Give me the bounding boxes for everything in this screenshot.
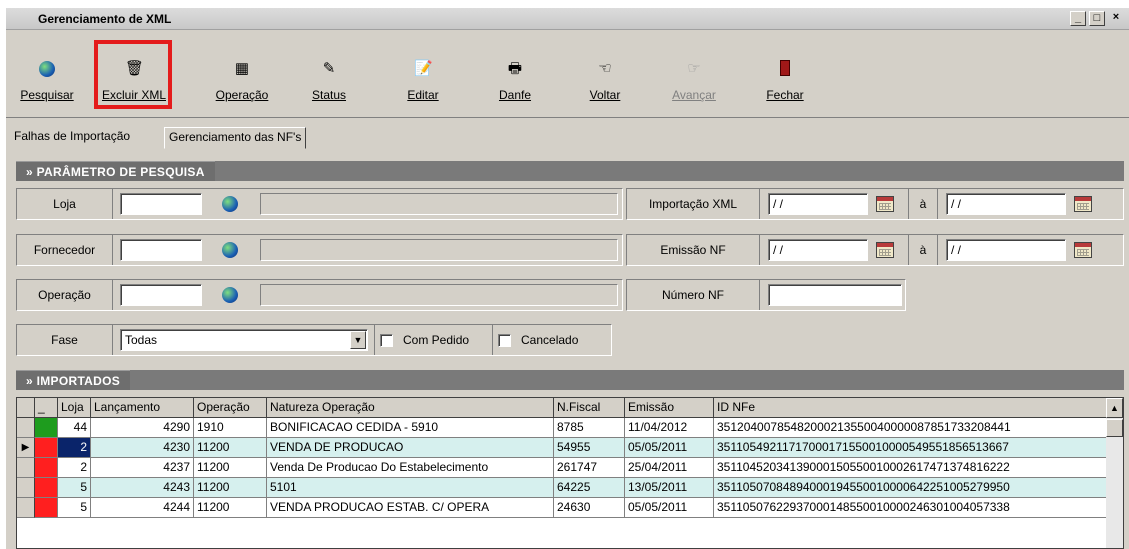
hand-left-icon: ☜ xyxy=(598,60,612,77)
issue-date-from-input[interactable]: / / xyxy=(768,239,868,261)
imported-grid[interactable]: _ Loja Lançamento Operação Natureza Oper… xyxy=(16,397,1124,549)
back-button[interactable]: ☜ Voltar xyxy=(578,32,632,110)
current-row-indicator-icon: ▶ xyxy=(17,438,35,458)
imported-header: » IMPORTADOS xyxy=(16,370,1124,390)
cancelled-label: Cancelado xyxy=(521,333,579,347)
operation-search-icon[interactable] xyxy=(222,287,238,303)
operation-filter-row: Operação xyxy=(16,279,623,311)
door-exit-icon xyxy=(776,60,794,78)
status-indicator xyxy=(35,458,58,478)
issue-date-label: Emissão NF xyxy=(627,235,760,265)
status-indicator xyxy=(35,498,58,518)
status-header: _ xyxy=(35,398,58,418)
operation-label: Operação xyxy=(215,88,269,102)
issue-date-separator: à xyxy=(908,235,938,265)
operation-filter-label: Operação xyxy=(17,280,113,310)
grid-scrollbar[interactable]: ▲ xyxy=(1106,398,1123,548)
nf-number-input[interactable] xyxy=(768,284,902,306)
row-indicator-header xyxy=(17,398,35,418)
search-button[interactable]: Pesquisar xyxy=(14,32,80,110)
maximize-button[interactable]: □ xyxy=(1089,11,1105,26)
supplier-description-field xyxy=(260,239,618,261)
import-date-label: Importação XML xyxy=(627,189,760,219)
with-order-label: Com Pedido xyxy=(403,333,470,347)
globe-search-icon xyxy=(38,60,56,78)
col-header-nfiscal[interactable]: N.Fiscal xyxy=(554,398,625,418)
close-button[interactable]: Fechar xyxy=(758,32,812,110)
col-header-natureza[interactable]: Natureza Operação xyxy=(267,398,554,418)
with-order-checkbox[interactable] xyxy=(380,334,393,347)
search-params-title: » PARÂMETRO DE PESQUISA xyxy=(16,161,215,181)
scroll-thumb[interactable] xyxy=(1106,419,1123,437)
printer-icon: 🖶 xyxy=(507,60,523,77)
close-label: Fechar xyxy=(766,88,804,102)
calendar-icon[interactable] xyxy=(876,196,894,212)
close-icon[interactable]: × xyxy=(1108,11,1124,26)
status-indicator xyxy=(35,438,58,458)
supplier-label: Fornecedor xyxy=(17,235,113,265)
cancelled-checkbox[interactable] xyxy=(498,334,511,347)
table-icon: ▦ xyxy=(234,60,250,77)
supplier-search-icon[interactable] xyxy=(222,242,238,258)
operation-input[interactable] xyxy=(120,284,202,306)
status-indicator xyxy=(35,418,58,438)
chevron-down-icon[interactable]: ▼ xyxy=(350,331,366,349)
forward-label: Avançar xyxy=(672,88,716,102)
import-date-separator: à xyxy=(908,189,938,219)
edit-label: Editar xyxy=(407,88,439,102)
nf-number-label: Número NF xyxy=(627,280,760,310)
toolbar: Pesquisar 🗑 Excluir XML ▦ Operação ✎ Sta… xyxy=(6,32,1129,118)
supplier-filter-row: Fornecedor xyxy=(16,234,623,266)
issue-date-row: Emissão NF / / à / / xyxy=(626,234,1124,266)
operation-description-field xyxy=(260,284,618,306)
tab-nf-management[interactable]: Gerenciamento das NF's xyxy=(164,127,307,149)
edit-button[interactable]: 📝 Editar xyxy=(396,32,450,110)
forward-button[interactable]: ☞ Avançar xyxy=(664,32,724,110)
hand-right-icon: ☞ xyxy=(687,60,701,77)
col-header-loja[interactable]: Loja xyxy=(58,398,91,418)
danfe-button[interactable]: 🖶 Danfe xyxy=(488,32,542,110)
import-date-row: Importação XML / / à / / xyxy=(626,188,1124,220)
edit-document-icon: 📝 xyxy=(414,60,433,77)
col-header-operacao[interactable]: Operação xyxy=(194,398,267,418)
import-date-from-input[interactable]: / / xyxy=(768,193,868,215)
loja-label: Loja xyxy=(17,189,113,219)
loja-input[interactable] xyxy=(120,193,202,215)
search-params-header: » PARÂMETRO DE PESQUISA xyxy=(16,161,1124,181)
tab-import-failures[interactable]: Falhas de Importação xyxy=(10,127,134,149)
operation-button[interactable]: ▦ Operação xyxy=(206,32,278,110)
col-header-emissao[interactable]: Emissão xyxy=(625,398,714,418)
imported-title: » IMPORTADOS xyxy=(16,370,131,390)
loja-search-icon[interactable] xyxy=(222,196,238,212)
calendar-icon[interactable] xyxy=(1074,196,1092,212)
calendar-icon[interactable] xyxy=(876,242,894,258)
phase-label: Fase xyxy=(17,325,113,355)
loja-description-field xyxy=(260,193,618,215)
nf-number-row: Número NF xyxy=(626,279,906,311)
highlight-box xyxy=(94,40,172,109)
minimize-button[interactable]: _ xyxy=(1070,11,1086,26)
issue-date-to-input[interactable]: / / xyxy=(946,239,1066,261)
calendar-icon[interactable] xyxy=(1074,242,1092,258)
col-header-idnfe[interactable]: ID NFe xyxy=(714,398,1108,418)
search-button-label: Pesquisar xyxy=(20,88,74,102)
supplier-input[interactable] xyxy=(120,239,202,261)
loja-filter-row: Loja xyxy=(16,188,623,220)
title-bar: Gerenciamento de XML _ □ × xyxy=(6,8,1129,30)
back-label: Voltar xyxy=(589,88,621,102)
status-indicator xyxy=(35,478,58,498)
import-date-to-input[interactable]: / / xyxy=(946,193,1066,215)
tab-strip: Falhas de Importação Gerenciamento das N… xyxy=(6,121,1129,149)
status-label: Status xyxy=(311,88,347,102)
phase-select-value: Todas xyxy=(125,333,158,347)
window-title: Gerenciamento de XML xyxy=(38,12,172,26)
status-button[interactable]: ✎ Status xyxy=(302,32,356,110)
document-check-icon: ✎ xyxy=(322,60,336,77)
col-header-lancamento[interactable]: Lançamento xyxy=(91,398,194,418)
xml-manager-window: Gerenciamento de XML _ □ × Pesquisar 🗑 E… xyxy=(5,8,1129,549)
phase-filter-row: Fase Todas ▼ Com Pedido Cancelado xyxy=(16,324,612,356)
phase-select[interactable]: Todas xyxy=(120,329,368,351)
scroll-up-icon[interactable]: ▲ xyxy=(1106,398,1123,418)
danfe-label: Danfe xyxy=(498,88,532,102)
